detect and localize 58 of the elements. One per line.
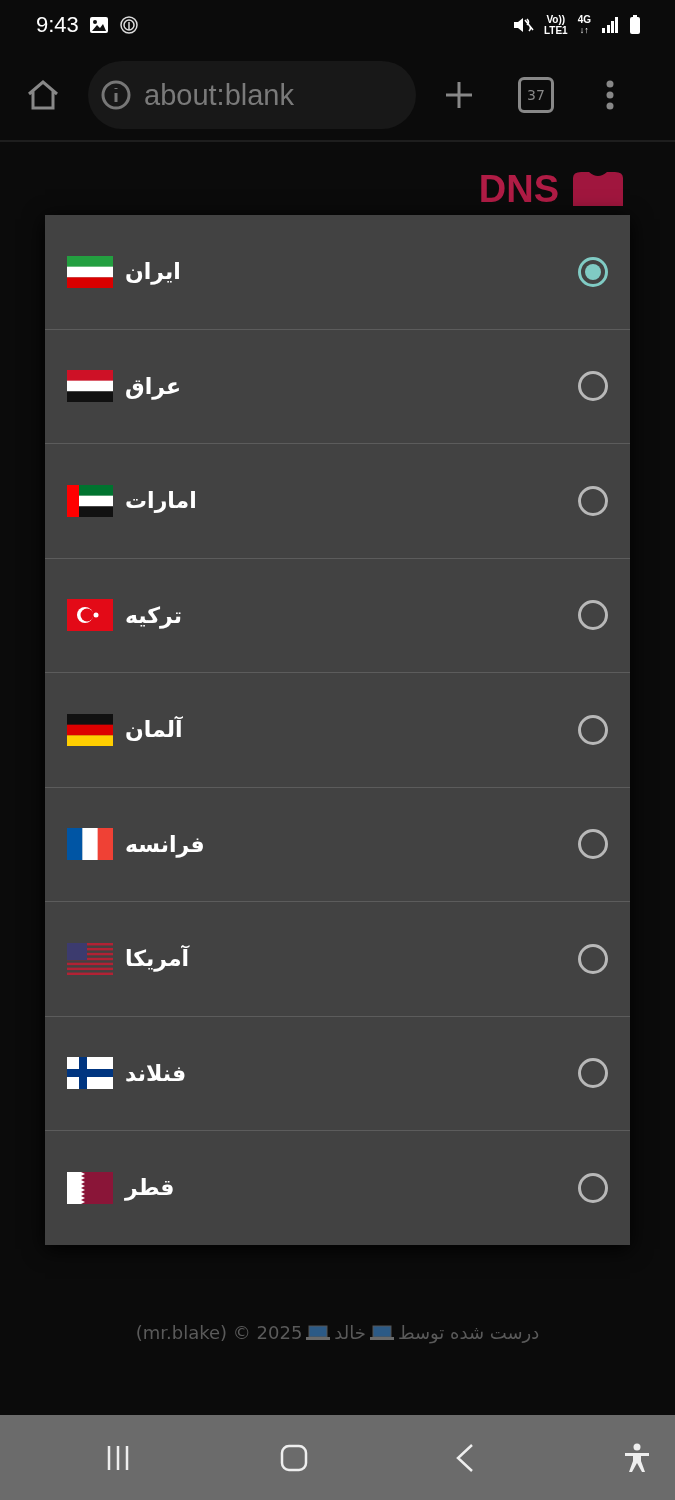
address-bar[interactable]: about:blank (88, 61, 416, 129)
laptop-icon (306, 1324, 331, 1341)
country-label: عراق (125, 373, 181, 399)
country-option[interactable]: امارات (45, 443, 630, 558)
shirt-icon (573, 172, 623, 206)
radio-button[interactable] (578, 1172, 608, 1203)
country-option[interactable]: فرانسه (45, 786, 630, 901)
country-option[interactable]: آمریکا (45, 901, 630, 1016)
image-icon (88, 16, 109, 34)
radio-button[interactable] (578, 714, 608, 745)
flag-icon (67, 370, 113, 403)
footer-text: (mr.blake) © 2025 (135, 1322, 303, 1343)
radio-button[interactable] (578, 943, 608, 974)
tab-count-button[interactable]: 37 (518, 77, 554, 113)
flag-icon (67, 255, 113, 288)
country-option[interactable]: فنلاند (45, 1015, 630, 1130)
country-label: قطر (125, 1175, 175, 1201)
radio-button[interactable] (578, 1058, 608, 1089)
footer-text: خالد (334, 1322, 366, 1343)
mute-icon (511, 16, 534, 34)
home-icon[interactable] (26, 79, 60, 111)
country-label: فنلاند (125, 1060, 187, 1086)
country-option[interactable]: قطر (45, 1130, 630, 1245)
volte-indicator: Vo)) LTE1 (543, 14, 568, 36)
laptop-icon (369, 1324, 394, 1341)
radio-button[interactable] (578, 600, 608, 631)
country-label: ایران (125, 259, 181, 285)
info-icon (100, 79, 132, 111)
radio-button[interactable] (578, 829, 608, 860)
country-option[interactable]: آلمان (45, 672, 630, 787)
flag-icon (67, 599, 113, 632)
country-option[interactable]: عراق (45, 328, 630, 443)
plus-icon[interactable] (444, 80, 474, 110)
radio-button[interactable] (578, 256, 608, 287)
page-title: DNS (478, 168, 559, 210)
radio-button[interactable] (578, 485, 608, 516)
country-label: امارات (125, 488, 197, 514)
country-option[interactable]: ایران (45, 215, 630, 329)
status-time: 9:43 (36, 12, 79, 38)
country-label: ترکیه (125, 602, 183, 628)
flag-icon (67, 942, 113, 975)
flag-icon (67, 713, 113, 746)
country-label: آلمان (125, 717, 183, 743)
country-label: آمریکا (125, 946, 190, 972)
footer-text: درست شده توسط (397, 1322, 540, 1343)
country-option[interactable]: ترکیه (45, 557, 630, 672)
flag-icon (67, 1057, 113, 1090)
flag-icon (67, 1171, 113, 1204)
battery-icon (629, 15, 641, 35)
network-indicator: 4G ↓↑ (577, 14, 591, 36)
signal-icon (601, 16, 619, 34)
flag-icon (67, 828, 113, 861)
menu-icon[interactable] (606, 80, 614, 110)
country-label: فرانسه (125, 831, 205, 857)
fingerprint-icon (118, 15, 139, 35)
accessibility-icon[interactable] (623, 1442, 652, 1473)
radio-button[interactable] (578, 371, 608, 402)
flag-icon (67, 484, 113, 517)
